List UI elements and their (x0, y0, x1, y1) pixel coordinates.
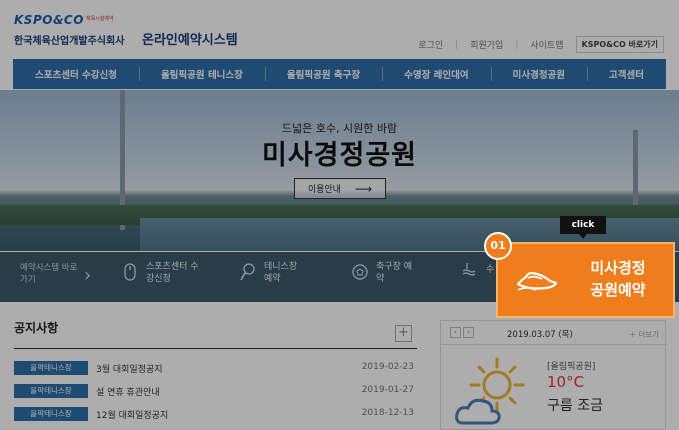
notice-category-tag: 올팍테니스장 (14, 361, 88, 375)
nav-tennis[interactable]: 올림픽공원 테니스장 (138, 59, 265, 89)
nav-customer-center[interactable]: 고객센터 (587, 59, 666, 89)
notice-date: 2018-12-13 (361, 408, 414, 418)
mouse-icon (122, 263, 138, 283)
system-title: 온라인예약시스템 (142, 33, 238, 48)
notice-date: 2019-01-27 (361, 385, 414, 395)
logo-subtext: 체육시설예약 (86, 16, 114, 22)
misa-park-reservation-button[interactable]: 01 미사경정 공원예약 (484, 232, 675, 318)
page: KSPO&CO 체육시설예약 한국체육산업개발주식회사 온라인예약시스템 로그인… (0, 0, 679, 430)
notice-title-text[interactable]: 설 연휴 휴관안내 (96, 385, 160, 398)
partly-cloudy-icon (455, 357, 535, 430)
nav-swimming[interactable]: 수영장 레인대여 (382, 59, 490, 89)
quick-sports-center-label: 스포츠센터 수강신청 (146, 262, 199, 284)
nav-football[interactable]: 올림픽공원 축구장 (264, 59, 382, 89)
signup-link[interactable]: 회원가입 (470, 38, 503, 51)
notice-divider (14, 348, 417, 349)
kspo-shortcut-button[interactable]: KSPO&CO 바로가기 (575, 36, 664, 53)
site-logo[interactable]: KSPO&CO 체육시설예약 한국체육산업개발주식회사 (14, 13, 134, 47)
click-tooltip: click (560, 216, 606, 239)
util-divider: | (515, 39, 519, 50)
quick-swimming-label: 수 (486, 265, 495, 275)
quick-sports-center[interactable]: 스포츠센터 수강신청 (122, 261, 202, 285)
arrow-right-icon: ⟶ (354, 181, 373, 196)
quick-tennis[interactable]: 테니스장 예약 (240, 261, 306, 285)
notice-row[interactable]: 올팍테니스장 12월 대회일정공지 2018-12-13 (14, 406, 414, 422)
header: KSPO&CO 체육시설예약 한국체육산업개발주식회사 온라인예약시스템 로그인… (0, 0, 679, 57)
weather-next-button[interactable]: › (463, 327, 474, 338)
hero-title: 미사경정공원 (261, 140, 418, 171)
boat-icon (516, 266, 558, 296)
notice-category-tag: 올팍테니스장 (14, 407, 88, 421)
utility-links: 로그인 | 회원가입 | 사이트맵 KSPO&CO 바로가기 (418, 36, 664, 53)
util-divider: | (455, 39, 459, 50)
logo-brand: KSPO&CO (14, 13, 84, 27)
weather-header: ‹ › 2019.03.07 (목) + 더보기 (441, 321, 667, 345)
notice-date: 2019-02-23 (361, 362, 414, 372)
weather-location: [올림픽공원] (547, 362, 596, 372)
soccer-ball-icon (352, 264, 368, 282)
quick-football-label: 축구장 예약 (376, 262, 412, 284)
tennis-racket-icon (240, 263, 256, 283)
weather-date: 2019.03.07 (목) (507, 330, 573, 340)
weather-prev-button[interactable]: ‹ (450, 327, 461, 338)
notice-section: 공지사항 + 올팍테니스장 3월 대회일정공지 2019-02-23 올팍테니스… (13, 316, 417, 430)
cta-label-line1: 미사경정 (590, 259, 646, 277)
quick-tennis-label: 테니스장 예약 (264, 262, 298, 284)
cta-label-line2: 공원예약 (590, 281, 646, 299)
notice-title-text[interactable]: 3월 대회일정공지 (96, 362, 163, 375)
quick-swimming[interactable]: 수 (462, 261, 494, 279)
notice-row[interactable]: 올팍테니스장 설 연휴 휴관안내 2019-01-27 (14, 383, 414, 399)
weather-temperature: 10°C (547, 373, 585, 391)
notice-row[interactable]: 올팍테니스장 3월 대회일정공지 2019-02-23 (14, 360, 414, 376)
quick-football[interactable]: 축구장 예약 (352, 261, 412, 285)
notice-category-tag: 올팍테니스장 (14, 384, 88, 398)
nav-sports-center[interactable]: 스포츠센터 수강신청 (13, 59, 139, 89)
swimming-icon (462, 261, 478, 279)
weather-condition: 구름 조금 (547, 398, 603, 414)
usage-guide-button[interactable]: 이용안내 ⟶ (294, 178, 386, 199)
main-nav: 스포츠센터 수강신청 올림픽공원 테니스장 올림픽공원 축구장 수영장 레인대여… (13, 59, 666, 89)
cta-label: 미사경정 공원예약 (566, 257, 670, 301)
org-name: 한국체육산업개발주식회사 (14, 36, 125, 47)
usage-guide-label: 이용안내 (307, 185, 341, 195)
chevron-right-icon: › (84, 265, 92, 286)
sitemap-link[interactable]: 사이트맵 (530, 38, 563, 51)
notice-title: 공지사항 (14, 321, 59, 335)
notice-title-text[interactable]: 12월 대회일정공지 (96, 408, 168, 421)
notice-more-button[interactable]: + (395, 325, 412, 342)
login-link[interactable]: 로그인 (418, 38, 443, 51)
quick-bar-label: 예약시스템 바로가기 (20, 263, 78, 285)
weather-more-link[interactable]: + 더보기 (630, 329, 659, 340)
weather-widget: ‹ › 2019.03.07 (목) + 더보기 [올림픽공원] 10°C 구름… (440, 320, 667, 430)
step-number-badge: 01 (484, 232, 512, 260)
nav-misa-park[interactable]: 미사경정공원 (490, 59, 587, 89)
